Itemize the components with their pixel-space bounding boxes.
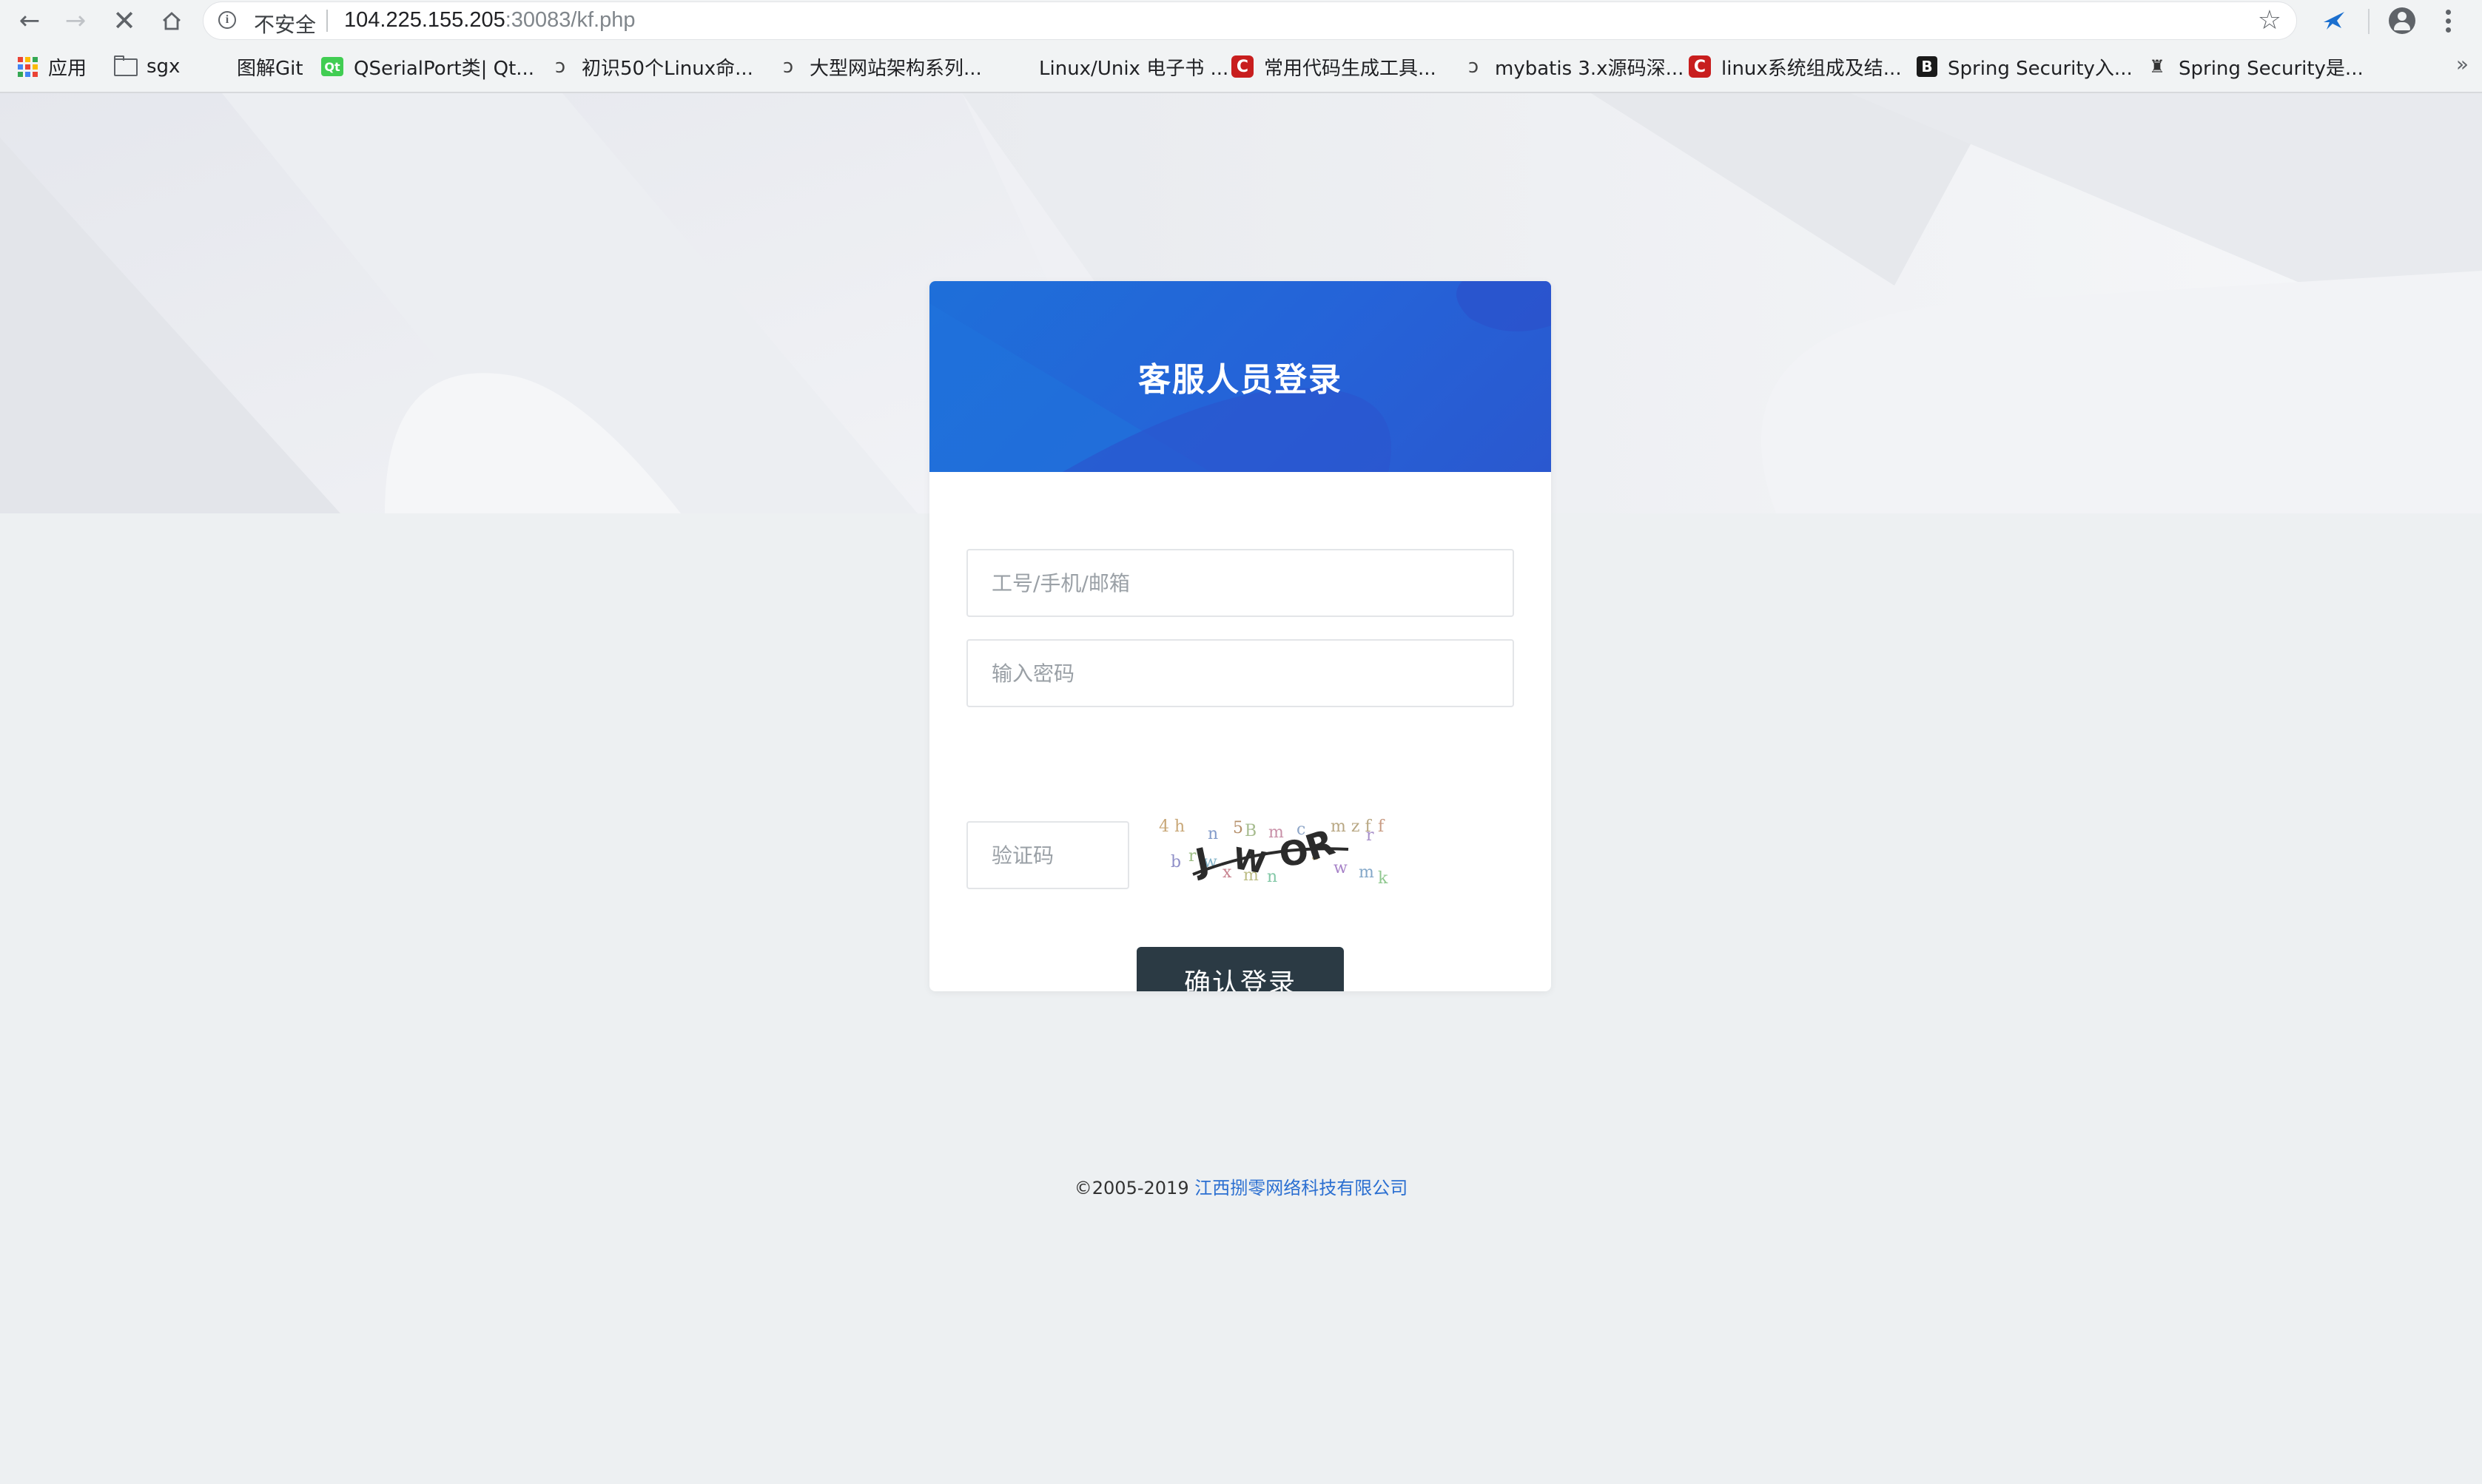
bookmark-label: mybatis 3.x源码深... — [1495, 57, 1684, 80]
swirl-icon: ↄ — [782, 55, 794, 78]
bookmark-star-icon[interactable]: ☆ — [2258, 5, 2281, 36]
svg-text:b: b — [1171, 853, 1181, 871]
toolbar-divider — [2368, 9, 2370, 34]
bookmark-code-gen[interactable]: C 常用代码生成工具... — [1231, 53, 1436, 80]
bookmark-label: 大型网站架构系列... — [810, 57, 982, 80]
bookmark-git[interactable]: 图解Git — [204, 53, 303, 171]
login-submit-button[interactable]: 确认登录 — [1137, 947, 1344, 991]
bookmark-label: Linux/Unix 电子书 ... — [1039, 57, 1229, 80]
bookmark-label: linux系统组成及结... — [1721, 57, 1902, 80]
bookmark-linux-ebooks[interactable]: Linux/Unix 电子书 ... — [1006, 53, 1229, 171]
profile-avatar-icon[interactable] — [2389, 7, 2415, 34]
company-link[interactable]: 江西捌零网络科技有限公司 — [1194, 1178, 1408, 1198]
bookmark-label: QSerialPort类| Qt... — [354, 57, 535, 80]
login-card-header: 客服人员登录 — [929, 281, 1551, 472]
bookmarks-bar: 应用 sgx 图解Git Qt QSerialPort类| Qt... ↄ 初识… — [0, 41, 2482, 171]
bookmark-spring-security-what[interactable]: ♜ Spring Security是... — [2146, 53, 2364, 80]
qt-icon: Qt — [321, 57, 343, 76]
url-host: 104.225.155.205 — [344, 8, 505, 32]
bookmark-label: 图解Git — [237, 57, 303, 80]
svg-text:B: B — [1245, 822, 1257, 840]
info-icon[interactable]: i — [218, 11, 236, 29]
svg-text:r: r — [1366, 826, 1374, 845]
account-input[interactable] — [966, 549, 1514, 617]
browser-menu-icon[interactable] — [2439, 4, 2457, 37]
bookmark-label: 应用 — [48, 57, 87, 80]
svg-text:n: n — [1208, 825, 1218, 843]
bookmark-label: 常用代码生成工具... — [1264, 57, 1436, 80]
apps-grid-icon — [18, 56, 38, 77]
bookmarks-more-icon[interactable]: » — [2456, 52, 2469, 76]
swirl-icon: ↄ — [554, 55, 566, 78]
browser-toolbar: ← → ✕ i 不安全 104.225.155.205:30083/kf.php… — [0, 0, 2482, 41]
bookmark-label: Spring Security是... — [2179, 57, 2364, 80]
swirl-icon: ↄ — [1467, 55, 1479, 78]
svg-text:k: k — [1378, 869, 1388, 888]
svg-text:m: m — [1359, 863, 1374, 882]
svg-text:n: n — [1267, 868, 1277, 886]
back-arrow-icon[interactable]: ← — [13, 4, 46, 37]
page-body: 客服人员登录 4 h n 5 B m c m z f r f b r — [0, 93, 2482, 1484]
address-bar[interactable]: i 不安全 104.225.155.205:30083/kf.php ☆ — [203, 1, 2297, 40]
url-text[interactable]: 104.225.155.205:30083/kf.php — [344, 8, 635, 33]
bookmark-linux-system[interactable]: C linux系统组成及结... — [1689, 53, 1902, 80]
bookmark-label: sgx — [147, 55, 181, 78]
security-label: 不安全 — [254, 13, 317, 37]
folder-icon — [114, 55, 138, 78]
login-title: 客服人员登录 — [1138, 361, 1342, 399]
home-icon[interactable] — [155, 4, 188, 37]
bookmark-linux-commands[interactable]: ↄ 初识50个Linux命... — [549, 53, 753, 80]
csdn-icon: C — [1689, 55, 1711, 78]
bookmark-label: Spring Security入... — [1948, 57, 2133, 80]
bookmark-qserialport[interactable]: Qt QSerialPort类| Qt... — [321, 53, 534, 80]
password-input[interactable] — [966, 639, 1514, 707]
bookmark-spring-security-intro[interactable]: B Spring Security入... — [1917, 53, 2133, 80]
svg-text:4 h: 4 h — [1159, 817, 1185, 836]
captcha-input[interactable] — [966, 821, 1129, 889]
bookmark-apps[interactable]: 应用 — [18, 53, 87, 80]
svg-text:5: 5 — [1233, 819, 1243, 837]
bookmark-sgx[interactable]: sgx — [114, 53, 180, 80]
b-icon: B — [1917, 56, 1937, 77]
omnibox-divider — [326, 10, 328, 32]
bookmark-mybatis[interactable]: ↄ mybatis 3.x源码深... — [1462, 53, 1684, 80]
bookmark-label: 初识50个Linux命... — [582, 57, 753, 80]
captcha-image[interactable]: 4 h n 5 B m c m z f r f b r w x m n w m — [1156, 815, 1400, 889]
stop-loading-icon[interactable]: ✕ — [108, 4, 141, 37]
footer: ©2005-2019 江西捌零网络科技有限公司 — [0, 1173, 2482, 1199]
csdn-icon: C — [1231, 55, 1254, 78]
copyright-text: ©2005-2019 — [1074, 1178, 1195, 1198]
forward-arrow-icon[interactable]: → — [59, 4, 92, 37]
bookmark-architecture[interactable]: ↄ 大型网站架构系列... — [777, 53, 982, 80]
extension-bird-icon[interactable] — [2319, 6, 2349, 36]
login-card: 客服人员登录 4 h n 5 B m c m z f r f b r — [929, 281, 1551, 991]
url-path: :30083/kf.php — [505, 8, 636, 32]
bs-icon: ♜ — [2149, 56, 2165, 77]
